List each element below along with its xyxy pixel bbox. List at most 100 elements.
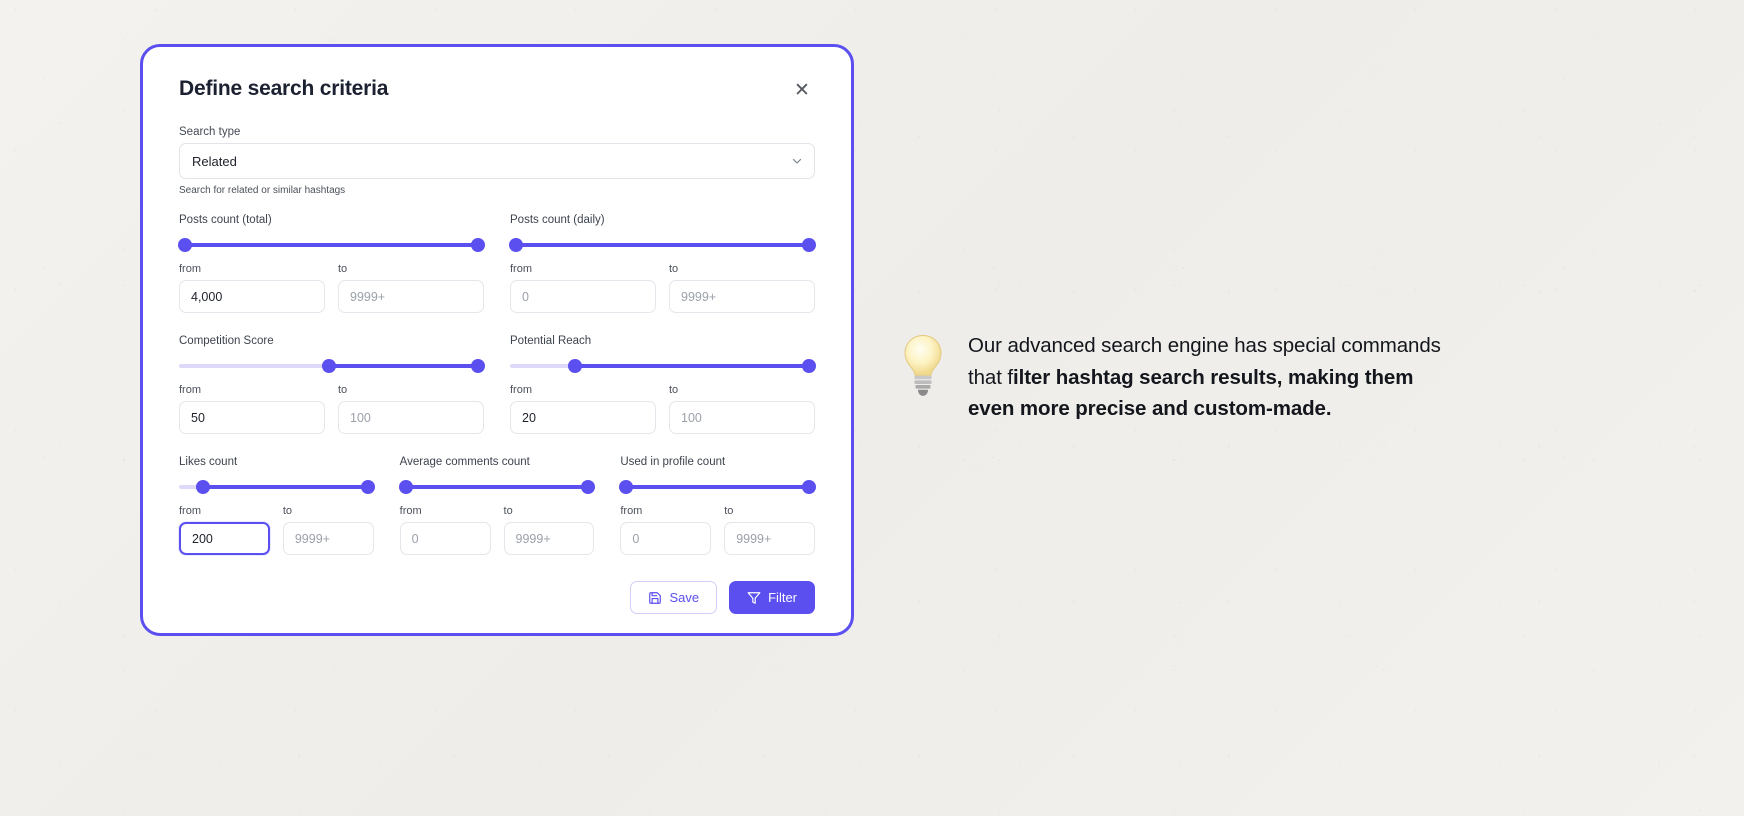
to-input[interactable] xyxy=(669,401,815,434)
range-inputs: from to xyxy=(620,505,816,555)
range-inputs: from to xyxy=(179,263,484,313)
from-label: from xyxy=(179,384,201,396)
group-used-in-profile-count: Used in profile count from to xyxy=(619,456,817,555)
from-input[interactable] xyxy=(179,401,325,434)
slider-track-active xyxy=(399,485,595,489)
from-input[interactable] xyxy=(510,401,656,434)
to-input[interactable] xyxy=(724,522,816,555)
from-cell: from xyxy=(399,505,491,555)
from-input[interactable] xyxy=(620,522,712,555)
range-inputs: from to xyxy=(510,263,815,313)
slider-knob-min[interactable] xyxy=(619,480,634,494)
range-slider[interactable] xyxy=(178,238,485,252)
group-label: Competition Score xyxy=(179,335,274,347)
slider-knob-max[interactable] xyxy=(802,359,816,373)
from-label: from xyxy=(620,505,643,517)
range-inputs: from to xyxy=(179,384,484,434)
to-label: to xyxy=(503,505,513,517)
search-criteria-modal: Define search criteria ✕ Search type Rel… xyxy=(140,44,854,636)
group-competition-score: Competition Score from to xyxy=(179,335,485,434)
group-potential-reach: Potential Reach from to xyxy=(510,335,816,434)
range-slider[interactable] xyxy=(509,238,816,252)
to-input[interactable] xyxy=(669,280,815,313)
slider-knob-max[interactable] xyxy=(471,359,485,373)
range-slider[interactable] xyxy=(179,359,485,373)
from-input[interactable] xyxy=(179,522,270,555)
slider-track-active xyxy=(510,243,815,247)
slider-knob-min[interactable] xyxy=(398,480,413,494)
floppy-disk-icon xyxy=(649,591,662,604)
to-label: to xyxy=(338,384,348,396)
range-slider[interactable] xyxy=(398,480,596,494)
save-button[interactable]: Save xyxy=(630,581,718,614)
to-input[interactable] xyxy=(338,280,484,313)
save-button-label: Save xyxy=(669,590,700,605)
criteria-row: Posts count (total) from to xyxy=(178,214,816,313)
search-type-label: Search type xyxy=(179,126,241,138)
from-cell: from xyxy=(179,263,325,313)
slider-knob-max[interactable] xyxy=(360,480,375,494)
from-input[interactable] xyxy=(399,522,491,555)
from-label: from xyxy=(510,263,532,275)
tip-text-bold: ilter hashtag search results, making the… xyxy=(968,365,1414,421)
criteria-groups: Posts count (total) from to xyxy=(178,214,817,555)
slider-knob-min[interactable] xyxy=(321,359,336,373)
to-label: to xyxy=(338,263,348,275)
from-label: from xyxy=(399,505,422,517)
search-type-helper: Search for related or similar hashtags xyxy=(179,185,346,196)
range-slider[interactable] xyxy=(510,359,816,373)
close-icon[interactable]: ✕ xyxy=(789,77,815,103)
group-label: Used in profile count xyxy=(620,456,726,468)
slider-knob-max[interactable] xyxy=(471,238,485,252)
to-cell: to xyxy=(724,505,816,555)
search-type-select[interactable]: Related xyxy=(179,143,815,179)
range-inputs: from to xyxy=(399,505,595,555)
range-inputs: from to xyxy=(510,384,815,434)
search-type-value: Related xyxy=(192,153,237,169)
light-bulb-icon xyxy=(904,334,942,396)
from-input[interactable] xyxy=(179,280,325,313)
funnel-icon xyxy=(747,591,761,604)
to-cell: to xyxy=(669,384,815,434)
from-cell: from xyxy=(179,505,270,555)
slider-knob-max[interactable] xyxy=(802,480,817,494)
slider-knob-min[interactable] xyxy=(509,238,523,252)
tip-callout: Our advanced search engine has special c… xyxy=(900,330,1460,425)
from-label: from xyxy=(179,263,201,275)
to-cell: to xyxy=(669,263,815,313)
group-likes-count: Likes count from to xyxy=(179,456,375,555)
to-label: to xyxy=(282,505,293,517)
group-label: Posts count (total) xyxy=(179,214,272,226)
filter-button[interactable]: Filter xyxy=(729,581,815,614)
from-cell: from xyxy=(510,384,656,434)
slider-track-active xyxy=(179,243,484,247)
group-posts-count-total: Posts count (total) from to xyxy=(178,214,485,313)
slider-knob-min[interactable] xyxy=(178,238,192,252)
slider-track-active xyxy=(568,364,815,368)
range-inputs: from to xyxy=(179,505,374,555)
slider-knob-min[interactable] xyxy=(567,359,582,373)
to-input[interactable] xyxy=(282,522,374,555)
criteria-row: Competition Score from to xyxy=(179,335,816,434)
tip-text: Our advanced search engine has special c… xyxy=(968,330,1460,425)
group-label: Posts count (daily) xyxy=(510,214,605,226)
from-label: from xyxy=(510,384,532,396)
from-input[interactable] xyxy=(510,280,656,313)
criteria-row: Likes count from to xyxy=(179,456,817,555)
group-average-comments-count: Average comments count from to xyxy=(398,456,596,555)
slider-knob-min[interactable] xyxy=(196,480,211,494)
slider-knob-max[interactable] xyxy=(581,480,596,494)
modal-header: Define search criteria ✕ xyxy=(179,77,815,103)
slider-track-active xyxy=(322,364,484,368)
range-slider[interactable] xyxy=(179,480,375,494)
search-type-select-wrap: Related xyxy=(179,143,815,179)
to-input[interactable] xyxy=(338,401,484,434)
modal-footer: Save Filter xyxy=(179,581,815,614)
filter-button-label: Filter xyxy=(768,590,797,605)
to-input[interactable] xyxy=(503,522,595,555)
to-cell: to xyxy=(338,384,484,434)
slider-knob-max[interactable] xyxy=(802,238,816,252)
range-slider[interactable] xyxy=(619,480,817,494)
from-cell: from xyxy=(620,505,712,555)
to-label: to xyxy=(724,505,734,517)
